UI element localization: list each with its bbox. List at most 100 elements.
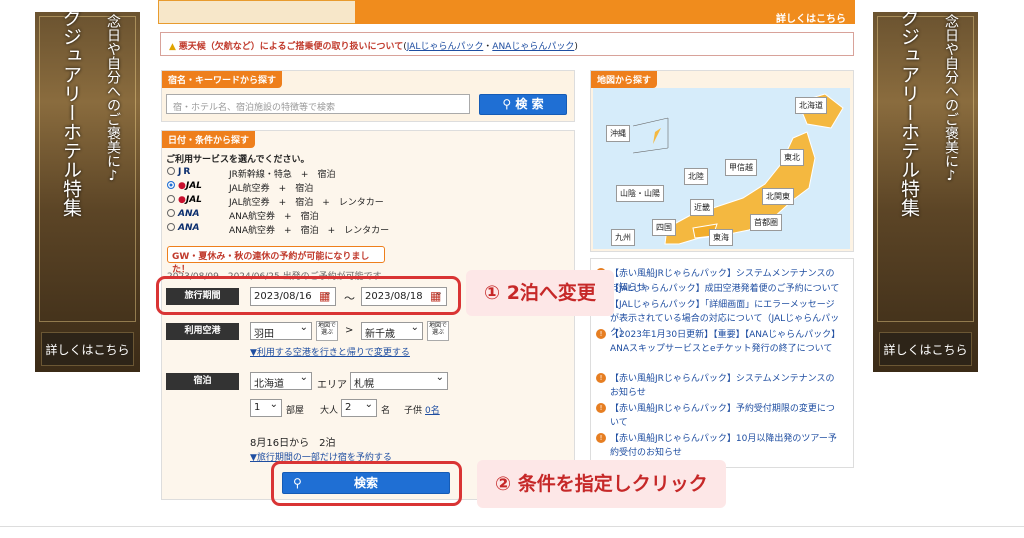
radio-button[interactable] <box>167 167 175 175</box>
departure-airport-value: 羽田 <box>254 329 274 340</box>
region-tohoku[interactable]: 東北 <box>780 149 804 166</box>
region-kinki[interactable]: 近畿 <box>690 199 714 216</box>
promo-details-link[interactable]: 詳しくはこちら <box>776 10 846 25</box>
news-item[interactable]: ! 【赤い風船JRじゃらんパック】予約受付期限の変更について <box>596 402 842 430</box>
airport-label: 利用空港 <box>166 323 239 340</box>
change-airport-link[interactable]: ▼利用する空港を行きと帰りで変更する <box>250 345 410 358</box>
region-okinawa[interactable]: 沖縄 <box>606 125 630 142</box>
keyword-search-button[interactable]: ⚲ 検 索 <box>479 94 567 115</box>
region-tokai[interactable]: 東海 <box>709 229 733 246</box>
news-text: 【2023年1月30日更新】【重要】【ANAじゃらんパック】ANAスキップサービ… <box>610 330 841 354</box>
prefecture-value: 北海道 <box>254 379 284 390</box>
banner-details-button[interactable]: 詳しくはこちら <box>879 332 972 366</box>
children-link[interactable]: 0名 <box>425 403 440 416</box>
radio-button[interactable] <box>167 209 175 217</box>
children-label: 子供 <box>404 406 423 416</box>
region-sanin-sanyo[interactable]: 山陰・山陽 <box>616 185 664 202</box>
region-kitakanto[interactable]: 北関東 <box>762 188 794 205</box>
service-radio-jal-car[interactable]: ●JAL JAL航空券 + 宿泊 + レンタカー <box>167 195 527 208</box>
service-desc: JR新幹線・特急 + 宿泊 <box>229 170 336 180</box>
map-select-button[interactable]: 地図で選ぶ <box>427 321 449 341</box>
area-value: 札幌 <box>354 379 374 390</box>
notice-sep: ・ <box>483 42 493 52</box>
ana-logo: ANA <box>178 223 200 233</box>
notice-paren: ) <box>574 42 578 52</box>
banner-frame <box>39 16 136 322</box>
region-shikoku[interactable]: 四国 <box>652 219 676 236</box>
banner-details-button[interactable]: 詳しくはこちら <box>41 332 134 366</box>
step1-annotation: ① 2泊へ変更 <box>466 270 614 316</box>
news-text: 【JALじゃらんパック】成田空港発着便のご予約について <box>610 284 840 294</box>
news-text: 【赤い風船JRじゃらんパック】予約受付期限の変更について <box>610 404 835 428</box>
service-desc: JAL航空券 + 宿泊 <box>229 184 314 194</box>
adults-label: 大人 <box>320 406 339 416</box>
ana-notice-link[interactable]: ANAじゃらんパック <box>492 42 574 52</box>
service-radio-ana-car[interactable]: ANA ANA航空券 + 宿泊 + レンタカー <box>167 223 527 236</box>
luxury-hotel-banner-left[interactable]: 念日や自分へのご褒美に♪ グジュアリーホテル特集 詳しくはこちら <box>35 12 140 372</box>
radio-button[interactable] <box>167 195 175 203</box>
ana-logo: ANA <box>178 209 200 219</box>
region-koshinetsu[interactable]: 甲信越 <box>725 159 757 176</box>
holiday-notice: GW・夏休み・秋の連休の予約が可能になりました！ <box>167 246 385 275</box>
adults-select[interactable]: 2 <box>341 399 377 417</box>
radio-button-selected[interactable] <box>167 181 175 189</box>
area-select[interactable]: 札幌 <box>350 372 448 390</box>
jal-logo: JAL <box>185 181 202 191</box>
keyword-search-button-label: 検 索 <box>515 97 544 111</box>
highlight-travel-period <box>156 276 461 315</box>
adults-value: 2 <box>345 402 352 413</box>
keyword-search-input[interactable]: 宿・ホテル名、宿泊施設の特徴等で検索 <box>166 94 470 114</box>
map-select-button[interactable]: 地図で選ぶ <box>316 321 338 341</box>
area-label: エリア <box>317 380 347 391</box>
alert-icon: ! <box>596 373 606 383</box>
region-hokuriku[interactable]: 北陸 <box>684 168 708 185</box>
news-text: 【赤い風船JRじゃらんパック】10月以降出発のツアー予約受付のお知らせ <box>610 434 837 458</box>
news-item[interactable]: !【JALじゃらんパック】成田空港発着便のご予約について <box>596 282 842 296</box>
jal-crane-icon: ● <box>178 195 186 205</box>
notice-text: 悪天候（欠航など）によるご搭乗便の取り扱いについて <box>178 42 404 52</box>
service-radio-jal[interactable]: ●JAL JAL航空券 + 宿泊 <box>167 181 527 194</box>
jal-crane-icon: ● <box>178 181 186 191</box>
luxury-hotel-banner-right[interactable]: 念日や自分へのご褒美に♪ グジュアリーホテル特集 詳しくはこちら <box>873 12 978 372</box>
arrival-airport-select[interactable]: 新千歳 <box>361 322 423 340</box>
banner-text-line1: 念日や自分へのご褒美に♪ <box>943 14 959 184</box>
service-prompt: ご利用サービスを選んでください。 <box>166 155 310 165</box>
stay-summary: 8月16日から 2泊 <box>250 438 336 449</box>
step2-annotation: ② 条件を指定しクリック <box>477 460 726 508</box>
radio-button[interactable] <box>167 223 175 231</box>
region-shutoken[interactable]: 首都圏 <box>750 214 782 231</box>
warning-icon: ▲ <box>169 42 176 52</box>
search-icon: ⚲ <box>502 97 512 111</box>
weather-notice: ▲ 悪天候（欠航など）によるご搭乗便の取り扱いについて(JALじゃらんパック・A… <box>160 32 854 56</box>
news-text: 【赤い風船JRじゃらんパック】システムメンテナンスのお知らせ <box>610 374 835 398</box>
top-promo-banner[interactable]: 詳しくはこちら <box>158 0 855 25</box>
alert-icon: ! <box>596 329 606 339</box>
alert-icon: ! <box>596 433 606 443</box>
alert-icon: ! <box>596 403 606 413</box>
jal-notice-link[interactable]: JALじゃらんパック <box>407 42 484 52</box>
banner-text-line1: 念日や自分へのご褒美に♪ <box>105 14 121 184</box>
arrival-airport-value: 新千歳 <box>365 329 395 340</box>
service-desc: ANA航空券 + 宿泊 <box>229 212 319 222</box>
adults-unit: 名 <box>381 406 391 416</box>
departure-airport-select[interactable]: 羽田 <box>250 322 312 340</box>
region-kyushu[interactable]: 九州 <box>611 229 635 246</box>
service-radio-ana[interactable]: ANA ANA航空券 + 宿泊 <box>167 209 527 222</box>
banner-text-line2: グジュアリーホテル特集 <box>898 12 920 217</box>
rooms-select[interactable]: 1 <box>250 399 282 417</box>
keyword-search-header: 宿名・キーワードから探す <box>162 71 283 88</box>
stay-label: 宿泊 <box>166 373 239 390</box>
region-hokkaido[interactable]: 北海道 <box>795 97 827 114</box>
news-item[interactable]: ! 【赤い風船JRじゃらんパック】10月以降出発のツアー予約受付のお知らせ <box>596 432 842 460</box>
highlight-search-button <box>271 461 462 506</box>
map-search-header: 地図から探す <box>591 71 658 88</box>
jr-logo: JR <box>178 167 193 177</box>
prefecture-select[interactable]: 北海道 <box>250 372 312 390</box>
news-item[interactable]: ! 【2023年1月30日更新】【重要】【ANAじゃらんパック】ANAスキップサー… <box>596 328 842 356</box>
arrow-icon: > <box>345 325 354 336</box>
service-radio-jr[interactable]: JR JR新幹線・特急 + 宿泊 <box>167 167 527 180</box>
divider <box>0 526 1024 527</box>
banner-text-line2: グジュアリーホテル特集 <box>60 12 82 217</box>
rooms-unit: 部屋 <box>286 406 305 416</box>
news-item[interactable]: ! 【赤い風船JRじゃらんパック】システムメンテナンスのお知らせ <box>596 372 842 400</box>
